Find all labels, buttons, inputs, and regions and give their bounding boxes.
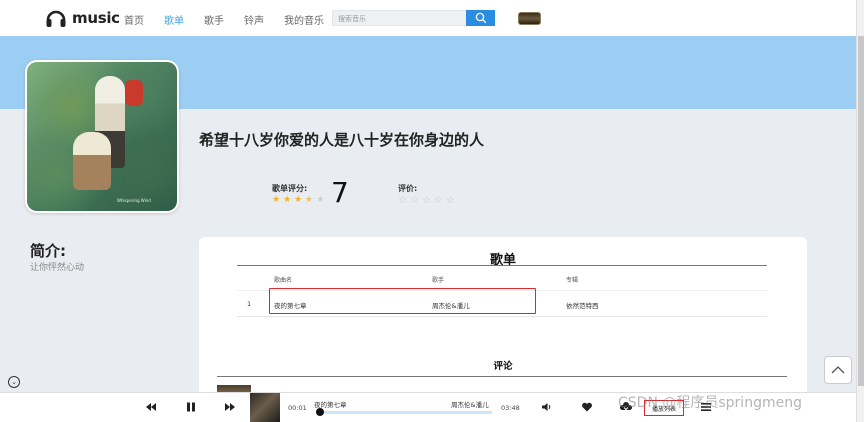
cover-signature: Whispering Wind	[117, 198, 151, 203]
nav-item-ringtone[interactable]: 铃声	[244, 12, 264, 27]
divider	[217, 376, 787, 377]
favorite-button[interactable]	[581, 401, 593, 413]
cover-artwork: Whispering Wind	[27, 62, 177, 211]
volume-icon	[542, 403, 551, 411]
column-header-album: 专辑	[566, 277, 579, 284]
row-index: 1	[247, 300, 252, 308]
rating-stars: ★ ★ ★ ★ ★	[272, 196, 324, 205]
star-icon: ★	[294, 195, 303, 205]
star-outline-icon[interactable]: ☆	[434, 196, 443, 206]
current-time: 00:01	[288, 404, 307, 412]
song-list-card: 歌单 歌曲名 歌手 专辑 1 夜的第七章 周杰伦&潘儿 依然范特西 评论	[199, 237, 807, 397]
playlist-title: 希望十八岁你爱的人是八十岁在你身边的人	[199, 131, 485, 149]
total-time: 03:48	[501, 404, 520, 412]
nav-item-home[interactable]: 首页	[124, 12, 144, 27]
star-outline-icon[interactable]: ☆	[398, 196, 407, 206]
rating-score: 7	[331, 176, 349, 209]
intro-text: 让你怦然心动	[30, 263, 85, 273]
comments-title: 评论	[493, 361, 513, 372]
top-nav: music 首页 歌单 歌手 铃声 我的音乐 搜索音乐	[0, 0, 864, 36]
star-outline-icon[interactable]: ☆	[422, 196, 431, 206]
chevron-down-icon[interactable]: ⌄	[8, 376, 20, 388]
star-icon: ★	[316, 195, 325, 205]
nav-item-my-music[interactable]: 我的音乐	[284, 12, 324, 27]
main-nav: 首页 歌单 歌手 铃声 我的音乐	[124, 12, 344, 27]
logo-text: music	[72, 9, 120, 27]
eval-label: 评价:	[398, 184, 418, 193]
divider	[237, 316, 767, 317]
next-button[interactable]	[224, 401, 236, 413]
progress-bar[interactable]	[315, 408, 492, 416]
star-icon: ★	[305, 195, 314, 205]
search-icon	[475, 12, 486, 24]
cover-flower-bag	[125, 80, 143, 106]
search-button[interactable]	[466, 10, 495, 26]
pause-icon	[187, 402, 195, 412]
previous-icon	[146, 403, 156, 411]
headphones-icon	[46, 10, 66, 27]
rating-label: 歌单评分:	[272, 184, 308, 193]
search-input[interactable]: 搜索音乐	[332, 10, 466, 26]
heart-icon	[582, 402, 592, 412]
volume-button[interactable]	[541, 401, 553, 413]
now-playing-artist: 周杰伦&潘儿	[451, 401, 489, 409]
row-album[interactable]: 依然范特西	[566, 300, 599, 310]
star-icon: ★	[283, 195, 292, 205]
divider	[237, 265, 767, 266]
playlist-cover: Whispering Wind	[25, 60, 179, 213]
previous-button[interactable]	[145, 401, 157, 413]
column-header-song: 歌曲名	[274, 277, 293, 284]
now-playing-cover[interactable]	[250, 393, 280, 422]
pause-button[interactable]	[185, 401, 197, 413]
star-icon: ★	[272, 195, 281, 205]
column-header-artist: 歌手	[432, 277, 445, 284]
watermark: CSDN @程序员springmeng	[618, 395, 802, 411]
logo[interactable]: music	[44, 6, 120, 30]
avatar[interactable]	[518, 12, 541, 25]
cover-figure-crouching	[73, 132, 111, 190]
back-to-top-button[interactable]	[824, 356, 852, 384]
progress-knob[interactable]	[315, 408, 324, 416]
nav-item-playlist[interactable]: 歌单	[164, 12, 184, 27]
chevron-up-icon	[831, 366, 845, 374]
intro-heading: 简介:	[30, 242, 66, 260]
star-outline-icon[interactable]: ☆	[446, 196, 455, 206]
scrollbar-thumb[interactable]	[858, 36, 864, 386]
star-outline-icon[interactable]: ☆	[410, 196, 419, 206]
eval-stars[interactable]: ☆ ☆ ☆ ☆ ☆	[398, 196, 455, 206]
scrollbar[interactable]	[856, 0, 864, 422]
highlight-box	[269, 288, 536, 314]
nav-item-singer[interactable]: 歌手	[204, 12, 224, 27]
next-icon	[225, 403, 235, 411]
